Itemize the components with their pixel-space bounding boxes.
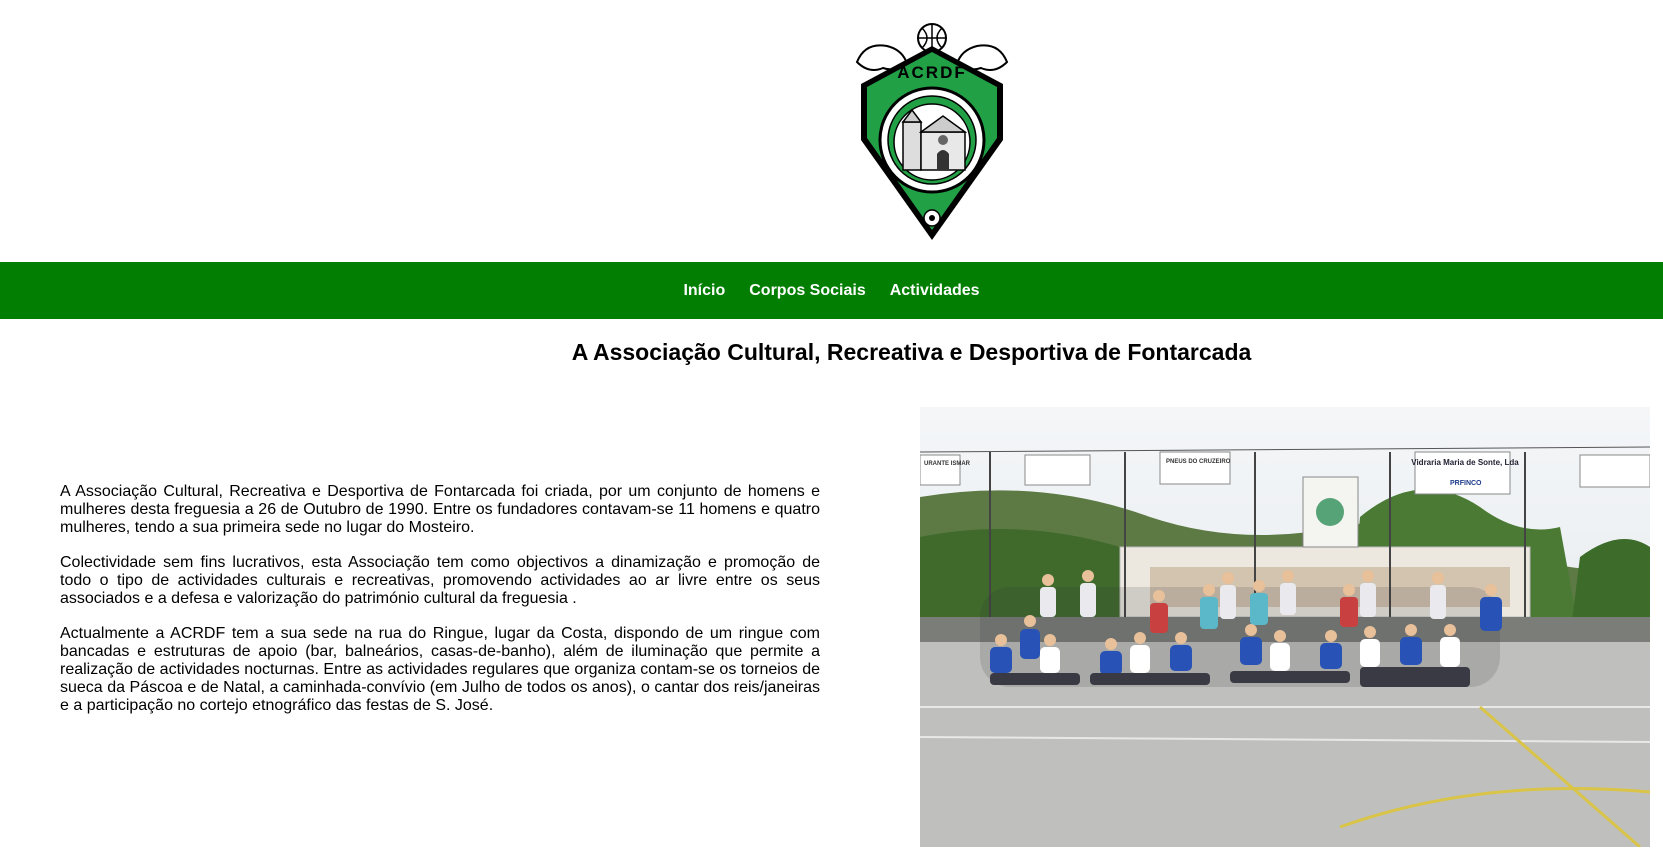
- page-title: A Associação Cultural, Recreativa e Desp…: [571, 339, 1252, 365]
- about-text: A Associação Cultural, Recreativa e Desp…: [60, 483, 820, 732]
- sign-pneus: PNEUS DO CRUZEIRO: [1166, 459, 1231, 465]
- group-photo: URANTE ISMAR PNEUS DO CRUZEIRO Vidraria …: [920, 407, 1650, 847]
- about-paragraph-founding: A Associação Cultural, Recreativa e Desp…: [60, 483, 820, 536]
- sign-restaurant: URANTE ISMAR: [924, 461, 971, 467]
- group-photo-image: URANTE ISMAR PNEUS DO CRUZEIRO Vidraria …: [920, 407, 1650, 847]
- about-paragraph-facilities: Actualmente a ACRDF tem a sua sede na ru…: [60, 625, 820, 714]
- nav-item-actividades[interactable]: Actividades: [890, 282, 980, 300]
- main-nav: Início Corpos Sociais Actividades: [0, 262, 1663, 319]
- sign-vidraria: Vidraria Maria de Sonte, Lda: [1411, 458, 1519, 467]
- logo-acronym: ACRDF: [897, 63, 967, 82]
- site-header: ACRDF: [0, 0, 1663, 262]
- acrdf-logo[interactable]: ACRDF: [855, 22, 1009, 242]
- nav-item-corpos-sociais[interactable]: Corpos Sociais: [749, 282, 865, 300]
- sign-prfinco: PRFINCO: [1450, 480, 1482, 487]
- about-paragraph-objectives: Colectividade sem fins lucrativos, esta …: [60, 554, 820, 607]
- nav-item-inicio[interactable]: Início: [683, 282, 725, 300]
